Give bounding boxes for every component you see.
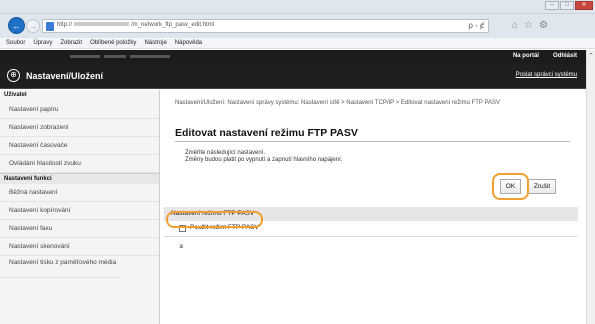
settings-gear-icon[interactable]: ⚙ — [539, 20, 548, 31]
address-tools-icon[interactable]: ρ - ȼ — [468, 21, 484, 30]
sidebar-item-paper[interactable]: Nastavení papíru — [0, 101, 159, 119]
ok-highlight-callout — [492, 173, 529, 200]
instructions: Změňte následující nastavení. Změny budo… — [185, 150, 342, 164]
header-topstrip: Na portál Odhlásit — [0, 50, 586, 64]
browser-navbar: ← → http:///m_network_ftp_pasv_edit.html… — [0, 14, 595, 38]
header-links: Na portál Odhlásit — [513, 53, 577, 59]
window-controls: – □ ✕ — [545, 1, 593, 10]
sidebar-item-common[interactable]: Běžná nastavení — [0, 184, 159, 202]
cancel-button[interactable]: Zrušit — [528, 179, 556, 194]
instruction-change: Změňte následující nastavení. — [185, 150, 266, 156]
address-bar[interactable]: http:///m_network_ftp_pasv_edit.html ρ -… — [42, 19, 489, 33]
page-scrollbar[interactable]: ⌃ — [586, 50, 595, 324]
blurred-text — [70, 55, 100, 58]
app-title: Nastavení/Uložení — [26, 71, 104, 81]
back-to-top-icon[interactable]: ⌅ — [178, 241, 185, 250]
menu-view[interactable]: Zobrazit — [60, 38, 82, 48]
back-button[interactable]: ← — [8, 17, 25, 34]
blurred-text — [130, 55, 170, 58]
forward-button[interactable]: → — [26, 19, 40, 33]
main-content: Nastavení/Uložení: Nastavení správy syst… — [161, 90, 586, 324]
close-window-button[interactable]: ✕ — [575, 1, 593, 10]
menu-favorites[interactable]: Oblíbené položky — [90, 38, 136, 48]
browser-toolbar-icons: ⌂ ☆ ⚙ — [512, 20, 548, 31]
sidebar-item-volume[interactable]: Ovládání hlasitosti zvuku — [0, 155, 159, 173]
app-header: ⊕ Nastavení/Uložení Poslat správci systé… — [0, 64, 586, 89]
home-icon[interactable]: ⌂ — [512, 20, 518, 31]
scroll-up-arrow-icon[interactable]: ⌃ — [588, 52, 594, 60]
sidebar-item-scan[interactable]: Nastavení skenování — [0, 238, 159, 256]
sidebar-item-display[interactable]: Nastavení zobrazení — [0, 119, 159, 137]
title-divider — [175, 141, 570, 142]
menu-file[interactable]: Soubor — [6, 38, 25, 48]
sidebar-section-user: Uživatel — [4, 92, 27, 98]
browser-menubar: Soubor Úpravy Zobrazit Oblíbené položky … — [0, 38, 595, 49]
menu-tools[interactable]: Nástroje — [144, 38, 166, 48]
favorites-star-icon[interactable]: ☆ — [524, 20, 533, 31]
sidebar-item-timer[interactable]: Nastavení časovače — [0, 137, 159, 155]
portal-link[interactable]: Na portál — [513, 53, 539, 59]
sidebar-item-fax[interactable]: Nastavení faxu — [0, 220, 159, 238]
page-title: Editovat nastavení režimu FTP PASV — [175, 127, 358, 139]
mail-admin-link[interactable]: Poslat správci systému — [516, 72, 577, 78]
window-titlebar: – □ ✕ — [0, 0, 595, 14]
address-url: http:///m_network_ftp_pasv_edit.html — [57, 22, 215, 28]
sidebar-item-copy[interactable]: Nastavení kopírování — [0, 202, 159, 220]
checkbox-highlight-callout — [166, 211, 263, 228]
menu-help[interactable]: Nápověda — [175, 38, 202, 48]
sidebar-section-functions: Nastavení funkcí — [0, 173, 159, 184]
logout-link[interactable]: Odhlásit — [553, 53, 577, 59]
instruction-restart: Změny budou platit po vypnutí a zapnutí … — [185, 157, 343, 163]
maximize-button[interactable]: □ — [560, 1, 574, 10]
menu-edit[interactable]: Úpravy — [33, 38, 52, 48]
blurred-text — [104, 55, 126, 58]
page-icon — [46, 22, 54, 31]
minimize-button[interactable]: – — [545, 1, 559, 10]
breadcrumb: Nastavení/Uložení: Nastavení správy syst… — [175, 100, 501, 106]
sidebar-item-memory-print[interactable]: Nastavení tisku z paměťového média — [0, 256, 120, 278]
settings-home-icon[interactable]: ⊕ — [7, 69, 20, 82]
settings-sidebar: Uživatel Nastavení papíru Nastavení zobr… — [0, 90, 160, 324]
